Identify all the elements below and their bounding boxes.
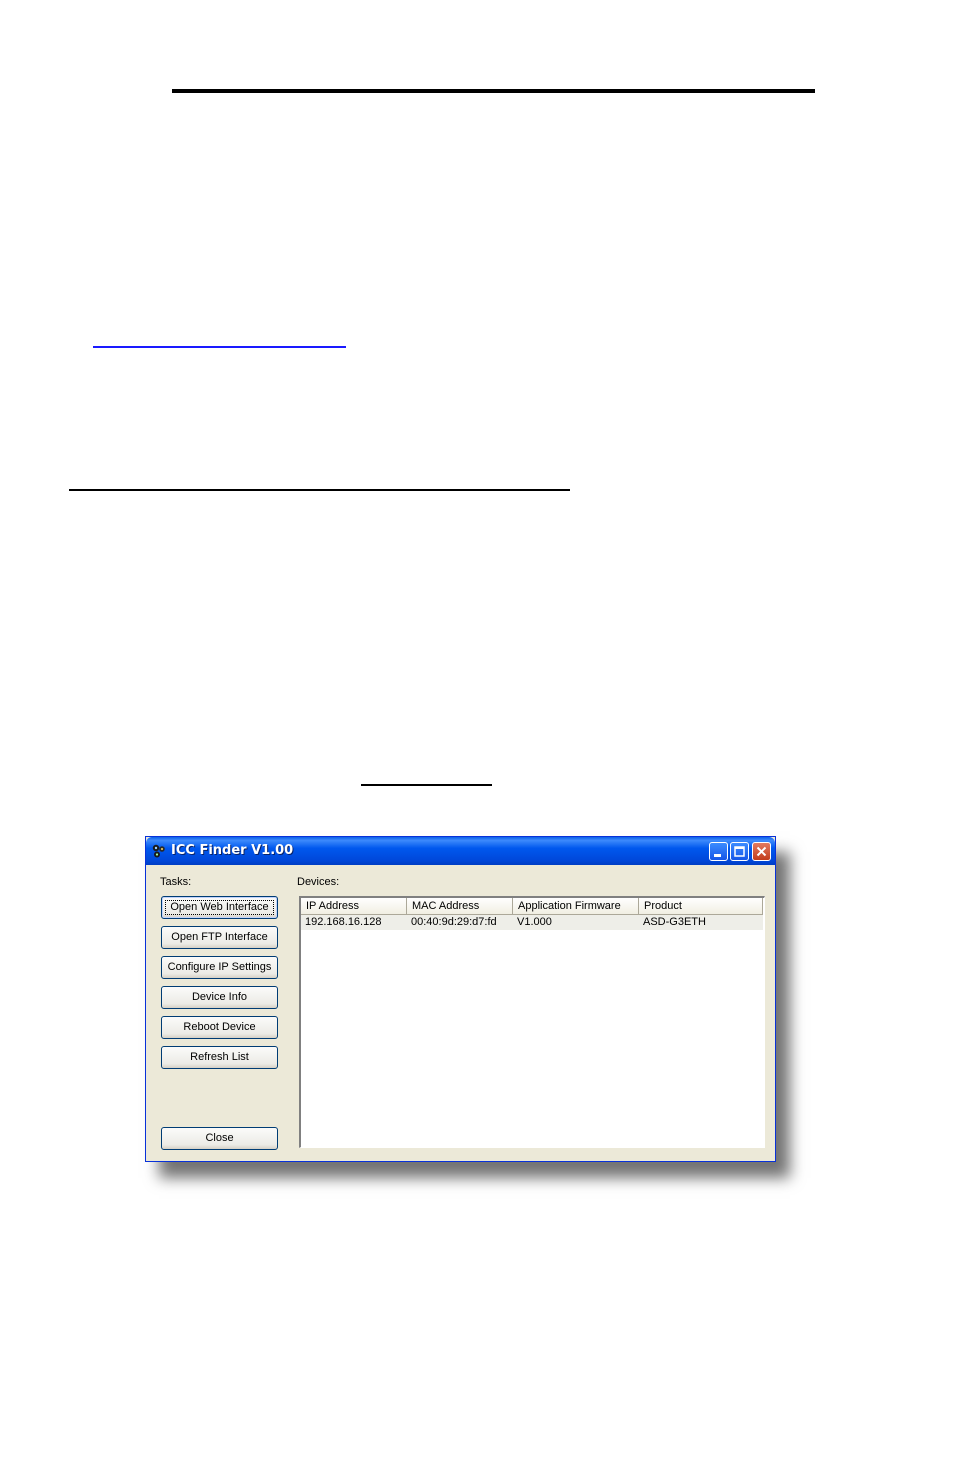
open-web-interface-button[interactable]: Open Web Interface — [161, 896, 278, 919]
cell-application-firmware: V1.000 — [517, 916, 552, 928]
refresh-list-button[interactable]: Refresh List — [161, 1046, 278, 1069]
open-web-interface-label: Open Web Interface — [170, 901, 269, 913]
window-client-area: Tasks: Devices: Open Web Interface Open … — [149, 865, 772, 1158]
icc-finder-window: ICC Finder V1.00 Tasks: Devices: Open We… — [145, 836, 776, 1162]
column-header-application-firmware[interactable]: Application Firmware — [513, 898, 639, 915]
close-button[interactable]: Close — [161, 1127, 278, 1150]
cell-ip-address: 192.168.16.128 — [305, 916, 382, 928]
column-header-product[interactable]: Product — [639, 898, 763, 915]
device-row[interactable]: 192.168.16.128 00:40:9d:29:d7:fd V1.000 … — [301, 915, 763, 930]
section-underline — [69, 489, 570, 491]
configure-ip-settings-button[interactable]: Configure IP Settings — [161, 956, 278, 979]
link-underline — [93, 346, 346, 348]
minimize-icon — [714, 854, 721, 857]
device-info-button[interactable]: Device Info — [161, 986, 278, 1009]
close-icon — [756, 846, 767, 857]
maximize-icon — [734, 846, 745, 857]
close-window-button[interactable] — [752, 842, 771, 861]
tasks-label: Tasks: — [160, 876, 192, 888]
cell-mac-address: 00:40:9d:29:d7:fd — [411, 916, 497, 928]
open-ftp-interface-button[interactable]: Open FTP Interface — [161, 926, 278, 949]
devices-list[interactable]: IP Address MAC Address Application Firmw… — [299, 896, 765, 1148]
app-icon — [152, 844, 165, 858]
devices-list-header: IP Address MAC Address Application Firmw… — [301, 898, 763, 915]
top-rule — [172, 89, 815, 93]
cell-product: ASD-G3ETH — [643, 916, 706, 928]
column-header-mac-address[interactable]: MAC Address — [407, 898, 513, 915]
title-bar[interactable]: ICC Finder V1.00 — [146, 837, 775, 865]
minimize-button[interactable] — [709, 842, 728, 861]
reboot-device-button[interactable]: Reboot Device — [161, 1016, 278, 1039]
figure-underline — [361, 784, 492, 786]
maximize-button[interactable] — [730, 842, 749, 861]
window-title: ICC Finder V1.00 — [171, 843, 294, 858]
column-header-ip-address[interactable]: IP Address — [301, 898, 407, 915]
devices-label: Devices: — [297, 876, 340, 888]
